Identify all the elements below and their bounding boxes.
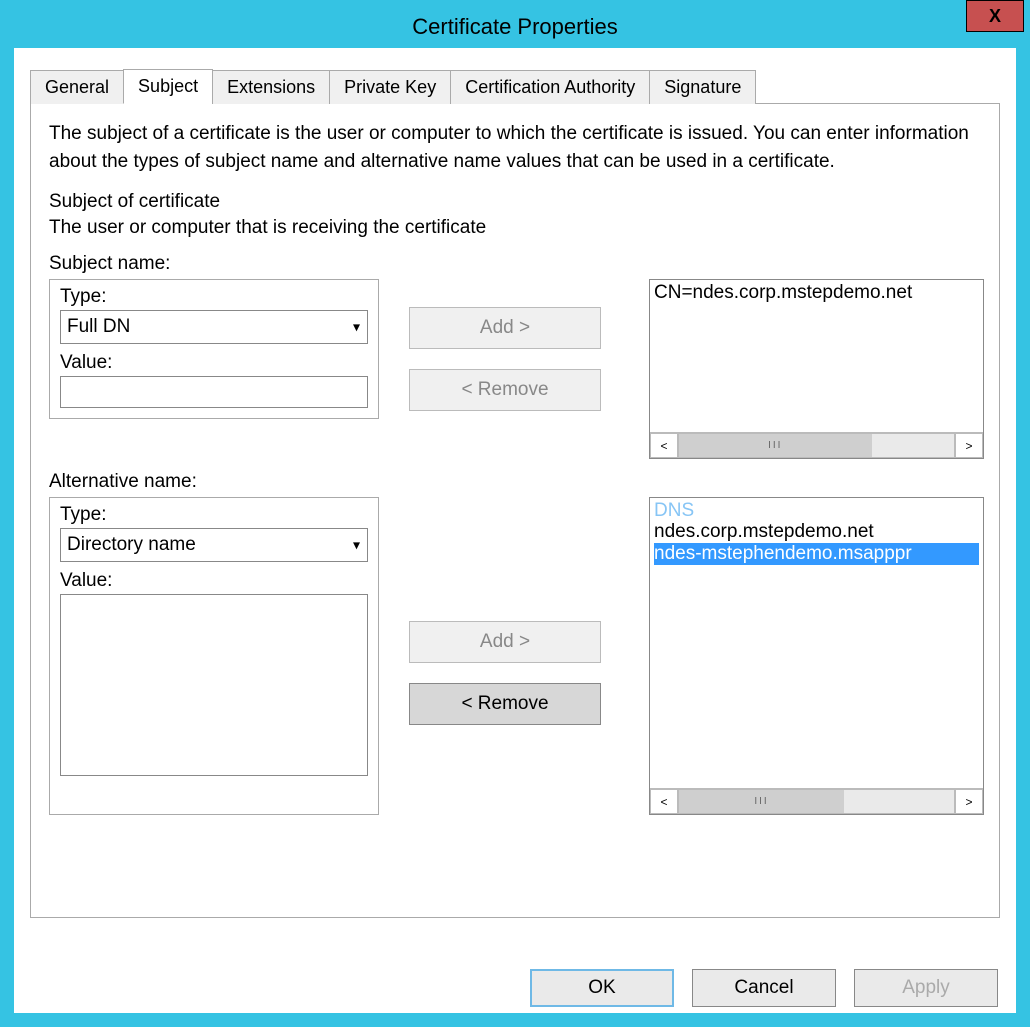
close-button[interactable]: X [966,0,1024,32]
alt-name-remove-button[interactable]: < Remove [409,683,601,725]
tab-row: General Subject Extensions Private Key C… [30,68,1000,104]
alt-name-listbox[interactable]: DNS ndes.corp.mstepdemo.net ndes-mstephe… [649,497,984,815]
subject-description: The subject of a certificate is the user… [49,120,981,175]
subject-name-button-column: Add > < Remove [409,279,619,411]
alt-name-button-column: Add > < Remove [409,497,619,725]
cancel-button[interactable]: Cancel [692,969,836,1007]
tab-private-key[interactable]: Private Key [329,70,451,104]
value-label-an: Value: [60,570,368,592]
scroll-right-icon[interactable]: > [955,789,983,814]
ok-button[interactable]: OK [530,969,674,1007]
window-frame: Certificate Properties X General Subject… [0,0,1030,1027]
hscrollbar[interactable]: < III > [650,788,983,814]
subject-name-type-select[interactable] [60,310,368,344]
tab-general[interactable]: General [30,70,124,104]
subject-name-group: Type: ▾ Value: [49,279,379,419]
titlebar: Certificate Properties X [6,6,1024,48]
alt-name-value-input[interactable] [60,594,368,776]
dialog-button-row: OK Cancel Apply [530,969,998,1007]
subject-name-add-button[interactable]: Add > [409,307,601,349]
alt-name-add-button[interactable]: Add > [409,621,601,663]
apply-button[interactable]: Apply [854,969,998,1007]
close-icon: X [989,6,1001,27]
alt-name-label: Alternative name: [49,471,981,493]
alt-name-type-select[interactable] [60,528,368,562]
window-title: Certificate Properties [412,14,617,40]
subject-name-value-input[interactable] [60,376,368,408]
type-label-sn: Type: [60,286,368,308]
list-item[interactable]: CN=ndes.corp.mstepdemo.net [654,282,979,304]
subject-name-label: Subject name: [49,253,981,275]
tab-extensions[interactable]: Extensions [212,70,330,104]
alt-name-list-inner: DNS ndes.corp.mstepdemo.net ndes-mstephe… [650,498,983,788]
subject-heading: Subject of certificate [49,191,981,213]
subject-name-listbox[interactable]: CN=ndes.corp.mstepdemo.net < III > [649,279,984,459]
subject-name-remove-button[interactable]: < Remove [409,369,601,411]
tab-certification-authority[interactable]: Certification Authority [450,70,650,104]
scroll-thumb[interactable]: III [679,790,844,813]
alt-name-group: Type: ▾ Value: [49,497,379,815]
tab-content: The subject of a certificate is the user… [30,104,1000,918]
list-category: DNS [654,500,979,522]
tab-signature[interactable]: Signature [649,70,756,104]
scroll-thumb[interactable]: III [679,434,872,457]
hscrollbar[interactable]: < III > [650,432,983,458]
list-item[interactable]: ndes-mstephendemo.msapppr [654,543,979,565]
type-label-an: Type: [60,504,368,526]
scroll-right-icon[interactable]: > [955,433,983,458]
client-area: General Subject Extensions Private Key C… [14,48,1016,1013]
list-item[interactable]: ndes.corp.mstepdemo.net [654,521,979,543]
value-label-sn: Value: [60,352,368,374]
scroll-left-icon[interactable]: < [650,433,678,458]
subject-subheading: The user or computer that is receiving t… [49,217,981,239]
subject-name-list-inner: CN=ndes.corp.mstepdemo.net [650,280,983,432]
scroll-left-icon[interactable]: < [650,789,678,814]
tab-subject[interactable]: Subject [123,69,213,104]
